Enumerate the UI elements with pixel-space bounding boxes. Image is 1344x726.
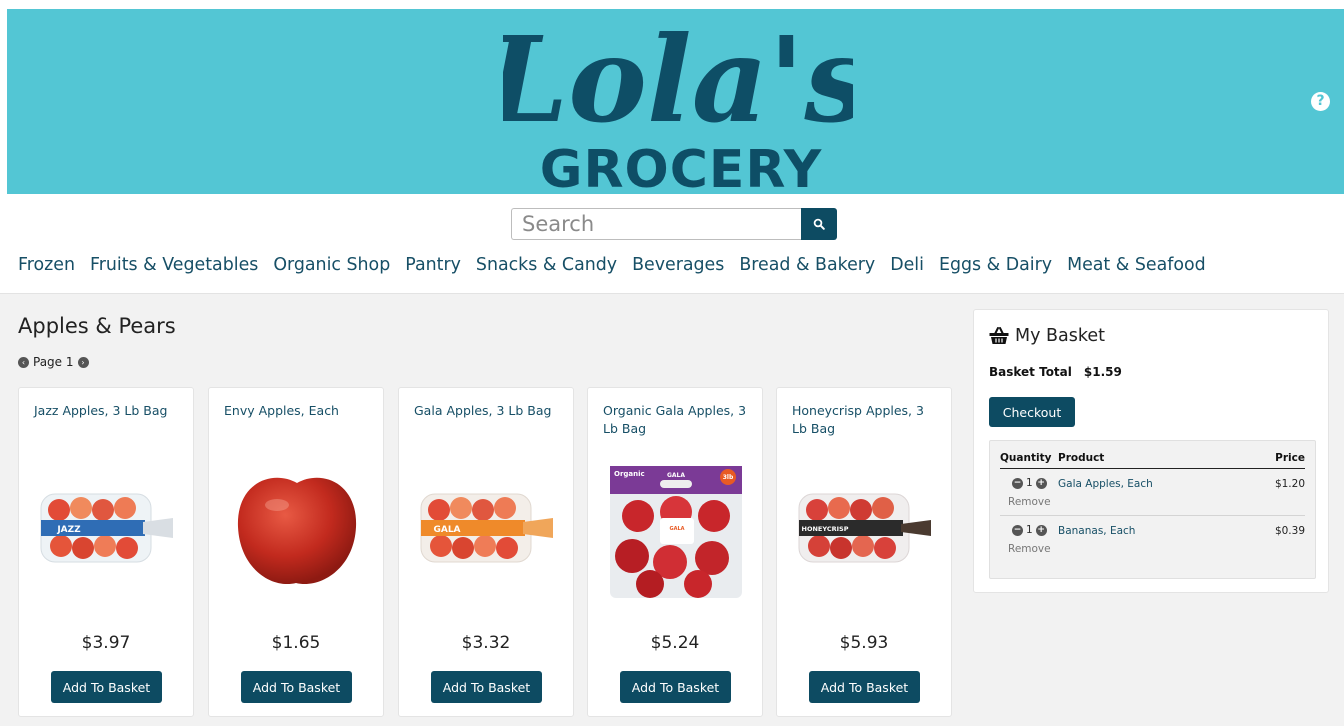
add-to-basket-button[interactable]: Add To Basket bbox=[620, 671, 731, 703]
product-image[interactable]: Organic GALA 3lb GALA bbox=[608, 462, 744, 602]
category-link-organic-shop[interactable]: Organic Shop bbox=[273, 255, 390, 275]
basket-item-price: $1.20 bbox=[1274, 478, 1305, 490]
bagged-apples-icon: GALA bbox=[420, 493, 553, 563]
search-bar bbox=[511, 208, 837, 240]
next-page-icon[interactable]: › bbox=[77, 356, 89, 368]
basket-row: − 1 + Remove Bananas, Each $0.39 bbox=[1000, 516, 1305, 563]
add-to-basket-button[interactable]: Add To Basket bbox=[431, 671, 542, 703]
category-link-beverages[interactable]: Beverages bbox=[632, 255, 724, 275]
svg-text:3lb: 3lb bbox=[723, 474, 734, 481]
product-price: $5.93 bbox=[839, 633, 889, 653]
product-card-jazz-apples: Jazz Apples, 3 Lb Bag JAZZ $3.97 Add To … bbox=[18, 387, 194, 717]
basket-table: Quantity Product Price − 1 + Remove Gala… bbox=[989, 440, 1316, 579]
prev-page-icon[interactable]: ‹ bbox=[18, 356, 29, 368]
page-label: Page 1 bbox=[33, 355, 74, 369]
basket-title-label: My Basket bbox=[1015, 326, 1106, 346]
svg-text:HONEYCRISP: HONEYCRISP bbox=[802, 525, 849, 533]
category-link-fruits-vegetables[interactable]: Fruits & Vegetables bbox=[90, 255, 258, 275]
basket-item-price: $0.39 bbox=[1274, 525, 1305, 537]
product-name[interactable]: Honeycrisp Apples, 3 Lb Bag bbox=[792, 402, 940, 438]
search-input[interactable] bbox=[511, 208, 801, 240]
add-to-basket-button[interactable]: Add To Basket bbox=[809, 671, 920, 703]
quantity-value: 1 bbox=[1026, 524, 1033, 536]
category-link-bread-bakery[interactable]: Bread & Bakery bbox=[739, 255, 875, 275]
add-to-basket-button[interactable]: Add To Basket bbox=[51, 671, 162, 703]
increase-quantity-icon[interactable]: + bbox=[1035, 524, 1047, 536]
basket-item-product[interactable]: Bananas, Each bbox=[1058, 525, 1135, 537]
column-header-price: Price bbox=[1275, 451, 1305, 464]
bagged-apples-icon: HONEYCRISP bbox=[798, 493, 931, 563]
product-card-envy-apples: Envy Apples, Each $1.65 Add To Basket bbox=[208, 387, 384, 717]
product-price: $3.32 bbox=[461, 633, 511, 653]
category-link-pantry[interactable]: Pantry bbox=[405, 255, 461, 275]
help-icon[interactable]: ? bbox=[1311, 92, 1330, 111]
basket-table-header: Quantity Product Price bbox=[1000, 447, 1305, 469]
decrease-quantity-icon[interactable]: − bbox=[1012, 524, 1023, 536]
main-content: Apples & Pears ‹ Page 1 › Jazz Apples, 3… bbox=[0, 293, 1344, 726]
basket-total-amount: $1.59 bbox=[1083, 365, 1122, 379]
category-link-deli[interactable]: Deli bbox=[890, 255, 924, 275]
basket-total-label: Basket Total bbox=[989, 365, 1072, 379]
svg-text:Organic: Organic bbox=[614, 470, 645, 478]
basket-item-product[interactable]: Gala Apples, Each bbox=[1058, 478, 1153, 490]
svg-text:GALA: GALA bbox=[667, 472, 685, 479]
product-name[interactable]: Organic Gala Apples, 3 Lb Bag bbox=[603, 402, 751, 438]
product-image[interactable]: GALA bbox=[419, 460, 555, 600]
basket-icon bbox=[989, 327, 1009, 344]
add-to-basket-button[interactable]: Add To Basket bbox=[241, 671, 352, 703]
product-image[interactable]: JAZZ bbox=[39, 460, 175, 600]
svg-text:JAZZ: JAZZ bbox=[56, 525, 81, 535]
remove-item-link[interactable]: Remove bbox=[1008, 496, 1051, 508]
product-card-honeycrisp-apples: Honeycrisp Apples, 3 Lb Bag HONEYCRISP $… bbox=[776, 387, 952, 717]
product-card-gala-apples: Gala Apples, 3 Lb Bag GALA $3.32 Add To … bbox=[398, 387, 574, 717]
bagged-apples-icon: JAZZ bbox=[40, 493, 173, 563]
header-banner: Lola's GROCERY ? bbox=[7, 9, 1344, 194]
category-nav: Frozen Fruits & Vegetables Organic Shop … bbox=[18, 255, 1206, 275]
column-header-quantity: Quantity bbox=[1000, 451, 1052, 464]
increase-quantity-icon[interactable]: + bbox=[1035, 477, 1047, 489]
quantity-stepper: − 1 + bbox=[1012, 477, 1047, 489]
category-link-frozen[interactable]: Frozen bbox=[18, 255, 75, 275]
product-name[interactable]: Gala Apples, 3 Lb Bag bbox=[414, 402, 562, 420]
column-header-product: Product bbox=[1058, 451, 1105, 464]
pagination: ‹ Page 1 › bbox=[18, 355, 89, 369]
basket-row: − 1 + Remove Gala Apples, Each $1.20 bbox=[1000, 469, 1305, 516]
remove-item-link[interactable]: Remove bbox=[1008, 543, 1051, 555]
svg-text:GALA: GALA bbox=[433, 525, 460, 535]
page-title: Apples & Pears bbox=[18, 314, 176, 338]
product-price: $5.24 bbox=[650, 633, 700, 653]
category-link-meat-seafood[interactable]: Meat & Seafood bbox=[1067, 255, 1206, 275]
category-link-eggs-dairy[interactable]: Eggs & Dairy bbox=[939, 255, 1052, 275]
svg-text:GALA: GALA bbox=[669, 526, 684, 532]
basket-total: Basket Total $1.59 bbox=[989, 365, 1122, 379]
logo-script-text: Lola's bbox=[503, 10, 853, 149]
logo-graphic: Lola's GROCERY bbox=[503, 10, 853, 194]
basket-panel: My Basket Basket Total $1.59 Checkout Qua… bbox=[973, 309, 1329, 593]
basket-title: My Basket bbox=[989, 326, 1105, 346]
product-name[interactable]: Envy Apples, Each bbox=[224, 402, 372, 420]
logo-word-text: GROCERY bbox=[540, 140, 823, 194]
search-icon bbox=[813, 218, 825, 230]
product-price: $3.97 bbox=[81, 633, 131, 653]
apple-icon bbox=[237, 477, 357, 585]
product-price: $1.65 bbox=[271, 633, 321, 653]
category-link-snacks-candy[interactable]: Snacks & Candy bbox=[476, 255, 617, 275]
product-name[interactable]: Jazz Apples, 3 Lb Bag bbox=[34, 402, 182, 420]
decrease-quantity-icon[interactable]: − bbox=[1012, 477, 1023, 489]
checkout-button[interactable]: Checkout bbox=[989, 397, 1075, 427]
bagged-apples-icon: Organic GALA 3lb GALA bbox=[610, 466, 742, 598]
product-image[interactable] bbox=[229, 460, 365, 600]
search-button[interactable] bbox=[801, 208, 837, 240]
product-image[interactable]: HONEYCRISP bbox=[797, 460, 933, 600]
quantity-stepper: − 1 + bbox=[1012, 524, 1047, 536]
product-card-organic-gala-apples: Organic Gala Apples, 3 Lb Bag Organic GA… bbox=[587, 387, 763, 717]
store-logo[interactable]: Lola's GROCERY bbox=[503, 9, 853, 194]
quantity-value: 1 bbox=[1026, 477, 1033, 489]
